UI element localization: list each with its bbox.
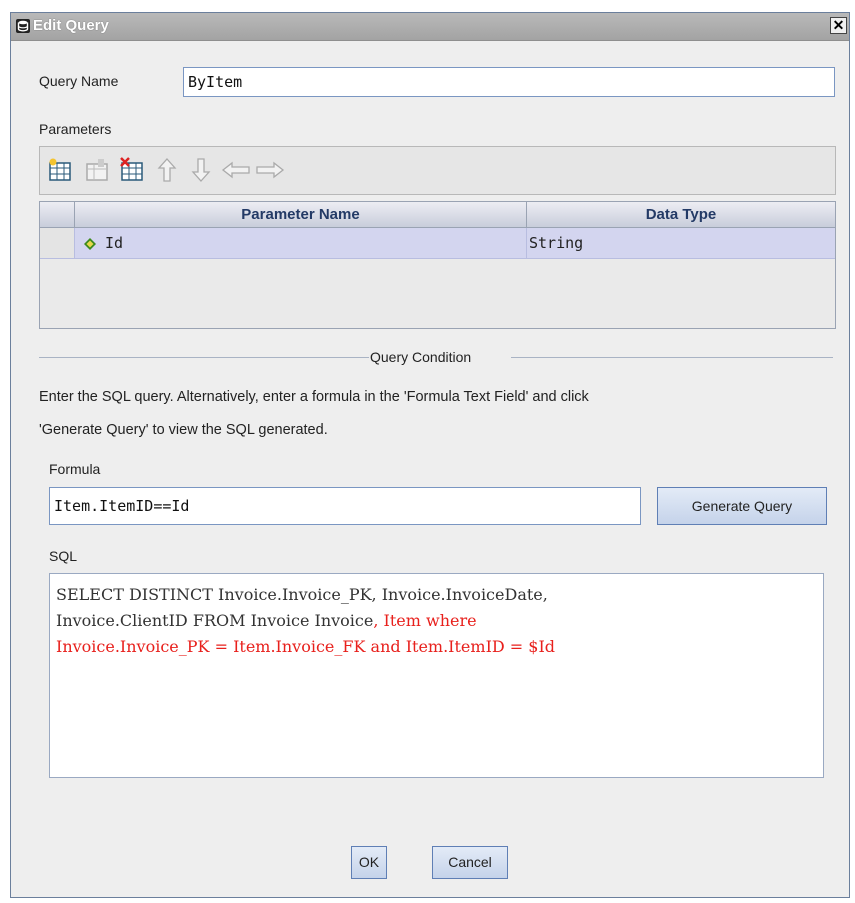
sql-line-1: SELECT DISTINCT Invoice.Invoice_PK, Invo… — [56, 585, 548, 604]
delete-parameter-icon[interactable] — [119, 156, 145, 184]
edit-parameter-icon[interactable] — [84, 156, 110, 184]
add-parameter-icon[interactable] — [47, 156, 73, 184]
row-selector[interactable] — [40, 228, 75, 259]
move-down-icon[interactable] — [188, 156, 214, 184]
dialog-title: Edit Query — [33, 17, 109, 34]
column-header-parameter-name[interactable]: Parameter Name — [75, 202, 527, 228]
move-left-icon[interactable] — [221, 156, 251, 184]
sql-line-2: Invoice.ClientID FROM Invoice Invoice, I… — [56, 608, 823, 634]
table-row-type[interactable]: String — [527, 228, 835, 259]
sql-line-2-highlight: , Item where — [373, 611, 477, 630]
title-bar[interactable]: Edit Query ✕ — [11, 13, 849, 41]
sql-textarea[interactable]: SELECT DISTINCT Invoice.Invoice_PK, Invo… — [49, 573, 824, 778]
instructions-line-2: 'Generate Query' to view the SQL generat… — [39, 422, 328, 438]
database-icon — [16, 19, 30, 33]
instructions-line-1: Enter the SQL query. Alternatively, ente… — [39, 389, 589, 405]
sql-line-2-plain: Invoice.ClientID FROM Invoice Invoice — [56, 611, 374, 630]
separator-right — [511, 357, 833, 358]
query-name-input[interactable]: ByItem — [183, 67, 835, 97]
cancel-button[interactable]: Cancel — [432, 846, 508, 879]
query-condition-heading: Query Condition — [370, 349, 472, 365]
row-header-corner — [40, 202, 75, 228]
parameter-name-cell[interactable]: Id — [105, 228, 123, 259]
data-type-cell[interactable]: String — [529, 228, 583, 259]
parameters-toolbar — [39, 146, 836, 195]
generate-query-button[interactable]: Generate Query — [657, 487, 827, 525]
close-button[interactable]: ✕ — [830, 17, 847, 34]
query-name-label: Query Name — [39, 73, 119, 89]
column-header-data-type[interactable]: Data Type — [527, 202, 835, 228]
sql-label: SQL — [49, 548, 78, 564]
formula-label: Formula — [49, 461, 101, 477]
sql-line-3: Invoice.Invoice_PK = Item.Invoice_FK and… — [56, 637, 556, 656]
close-icon: ✕ — [832, 17, 845, 33]
parameters-table: Parameter Name Data Type Id String — [39, 201, 836, 329]
move-up-icon[interactable] — [154, 156, 180, 184]
table-row[interactable]: Id — [75, 228, 527, 259]
formula-input[interactable]: Item.ItemID==Id — [49, 487, 641, 525]
edit-query-dialog: Edit Query ✕ Query Name ByItem Parameter… — [10, 12, 850, 898]
separator-left — [39, 357, 369, 358]
parameter-diamond-icon — [84, 238, 96, 250]
move-right-icon[interactable] — [255, 156, 285, 184]
parameters-label: Parameters — [39, 121, 112, 137]
ok-button[interactable]: OK — [351, 846, 387, 879]
